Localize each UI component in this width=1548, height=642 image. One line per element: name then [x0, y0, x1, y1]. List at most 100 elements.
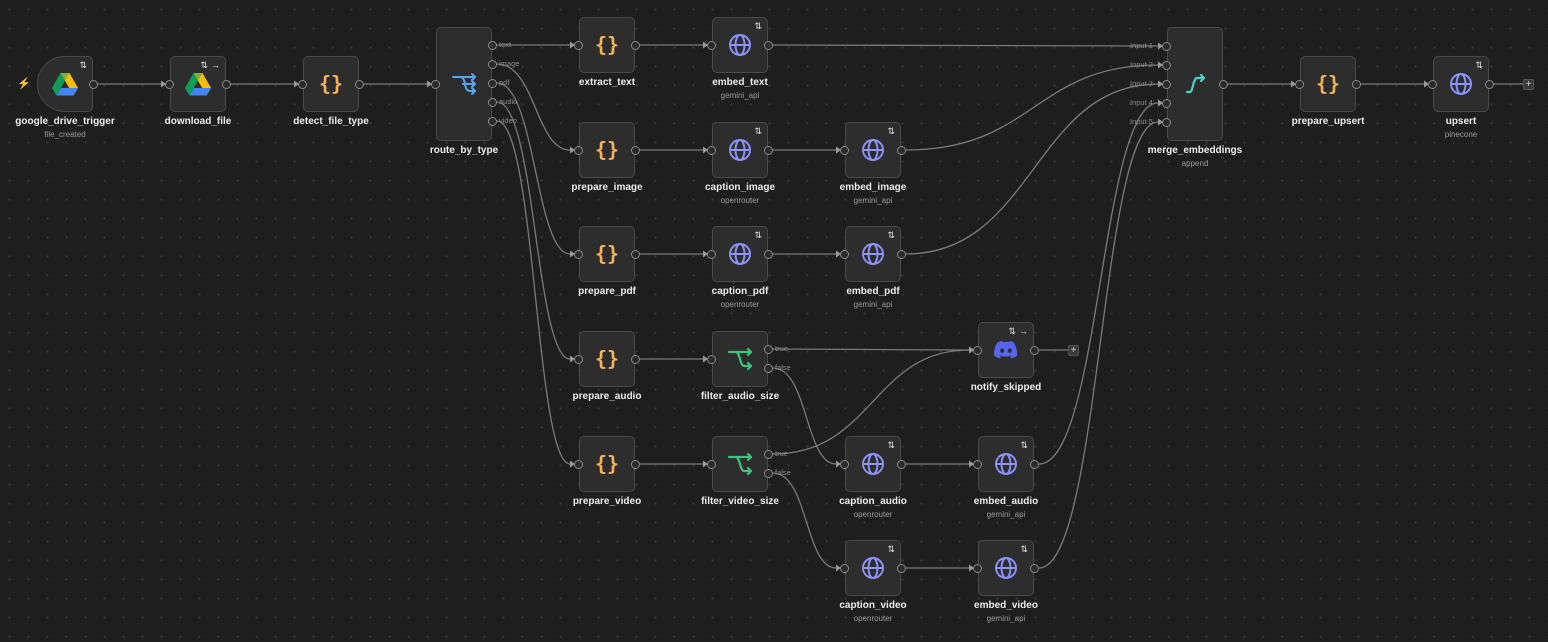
output-port[interactable]: [764, 249, 773, 259]
output-port[interactable]: [488, 40, 497, 50]
output-port[interactable]: [764, 468, 773, 478]
node-embed-audio[interactable]: ⇅: [978, 436, 1034, 492]
node-extract-text[interactable]: {}: [579, 17, 635, 73]
output-port[interactable]: [631, 354, 640, 364]
connection-filter-video-size-to-caption-video[interactable]: [772, 472, 837, 569]
output-port[interactable]: [488, 78, 497, 88]
node-embed-video[interactable]: ⇅: [978, 540, 1034, 596]
input-port[interactable]: [707, 249, 716, 259]
output-port[interactable]: [764, 145, 773, 155]
output-port[interactable]: [1352, 79, 1361, 89]
globe-icon: [992, 554, 1020, 582]
input-port[interactable]: [574, 40, 583, 50]
connection-route-by-type-to-prepare-pdf[interactable]: [496, 82, 571, 255]
node-embed-text[interactable]: ⇅: [712, 17, 768, 73]
retry-icon: ⇅: [887, 230, 895, 240]
output-port[interactable]: [488, 97, 497, 107]
output-port[interactable]: [897, 563, 906, 573]
input-port[interactable]: [840, 459, 849, 469]
input-port[interactable]: [1295, 79, 1304, 89]
input-port[interactable]: [298, 79, 307, 89]
globe-icon: [726, 240, 754, 268]
output-port[interactable]: [764, 344, 773, 354]
output-port[interactable]: [631, 249, 640, 259]
node-prepare-upsert[interactable]: {}: [1300, 56, 1356, 112]
input-port[interactable]: [431, 79, 440, 89]
node-caption-pdf[interactable]: ⇅: [712, 226, 768, 282]
node-notify-skipped[interactable]: ⇅ →: [978, 322, 1034, 378]
output-port[interactable]: [897, 145, 906, 155]
input-port[interactable]: [973, 563, 982, 573]
output-port[interactable]: [1030, 345, 1039, 355]
node-route-by-type[interactable]: [436, 27, 492, 141]
node-badges: ⇅: [887, 544, 895, 554]
node-upsert[interactable]: ⇅: [1433, 56, 1489, 112]
node-filter-audio-size[interactable]: [712, 331, 768, 387]
node-embed-image[interactable]: ⇅: [845, 122, 901, 178]
connection-embed-audio-to-merge-embeddings[interactable]: [1038, 102, 1159, 465]
output-port[interactable]: [1485, 79, 1494, 89]
input-port[interactable]: [574, 354, 583, 364]
svg-text:{}: {}: [319, 72, 343, 96]
node-caption-audio[interactable]: ⇅: [845, 436, 901, 492]
output-port[interactable]: [631, 459, 640, 469]
workflow-canvas[interactable]: ⇅ google_drive_trigger file_created ⇅ → down…: [0, 0, 1548, 642]
output-port-label: pdf: [499, 78, 510, 87]
input-port[interactable]: [574, 249, 583, 259]
output-port[interactable]: [1219, 79, 1228, 89]
connection-filter-audio-size-to-notify-skipped[interactable]: [772, 348, 970, 351]
output-port[interactable]: [764, 449, 773, 459]
node-prepare-image[interactable]: {}: [579, 122, 635, 178]
code-braces-icon: {}: [317, 70, 345, 98]
input-port[interactable]: [574, 145, 583, 155]
output-port[interactable]: [89, 79, 98, 89]
input-port[interactable]: [1162, 117, 1171, 127]
add-node-button[interactable]: +: [1068, 344, 1079, 356]
connection-embed-text-to-merge-embeddings[interactable]: [772, 44, 1159, 47]
output-port-label: true: [775, 449, 788, 458]
output-port[interactable]: [897, 249, 906, 259]
input-port[interactable]: [707, 145, 716, 155]
input-port[interactable]: [165, 79, 174, 89]
input-port[interactable]: [574, 459, 583, 469]
node-prepare-pdf[interactable]: {}: [579, 226, 635, 282]
node-download-file[interactable]: ⇅ →: [170, 56, 226, 112]
input-port[interactable]: [840, 145, 849, 155]
connection-embed-image-to-merge-embeddings[interactable]: [905, 64, 1159, 151]
node-filter-video-size[interactable]: [712, 436, 768, 492]
output-port[interactable]: [631, 40, 640, 50]
input-port[interactable]: [840, 249, 849, 259]
input-port[interactable]: [1428, 79, 1437, 89]
input-port[interactable]: [707, 459, 716, 469]
input-port[interactable]: [1162, 60, 1171, 70]
input-port[interactable]: [707, 354, 716, 364]
node-detect-file-type[interactable]: {}: [303, 56, 359, 112]
add-node-button[interactable]: +: [1523, 78, 1534, 90]
node-caption-video[interactable]: ⇅: [845, 540, 901, 596]
output-port[interactable]: [1030, 563, 1039, 573]
output-port[interactable]: [764, 363, 773, 373]
output-port[interactable]: [764, 40, 773, 50]
input-port[interactable]: [973, 459, 982, 469]
input-port[interactable]: [973, 345, 982, 355]
output-port[interactable]: [222, 79, 231, 89]
output-port[interactable]: [488, 116, 497, 126]
node-google-drive-trigger[interactable]: ⇅: [37, 56, 93, 112]
output-port[interactable]: [355, 79, 364, 89]
connection-embed-pdf-to-merge-embeddings[interactable]: [905, 83, 1159, 255]
input-port[interactable]: [1162, 41, 1171, 51]
input-port[interactable]: [707, 40, 716, 50]
input-port[interactable]: [1162, 98, 1171, 108]
input-port[interactable]: [1162, 79, 1171, 89]
node-caption-image[interactable]: ⇅: [712, 122, 768, 178]
node-merge-embeddings[interactable]: [1167, 27, 1223, 141]
node-prepare-audio[interactable]: {}: [579, 331, 635, 387]
input-port[interactable]: [840, 563, 849, 573]
output-port[interactable]: [488, 59, 497, 69]
output-port[interactable]: [631, 145, 640, 155]
node-prepare-video[interactable]: {}: [579, 436, 635, 492]
node-embed-pdf[interactable]: ⇅: [845, 226, 901, 282]
output-port[interactable]: [897, 459, 906, 469]
connection-route-by-type-to-prepare-audio[interactable]: [496, 101, 571, 360]
output-port[interactable]: [1030, 459, 1039, 469]
